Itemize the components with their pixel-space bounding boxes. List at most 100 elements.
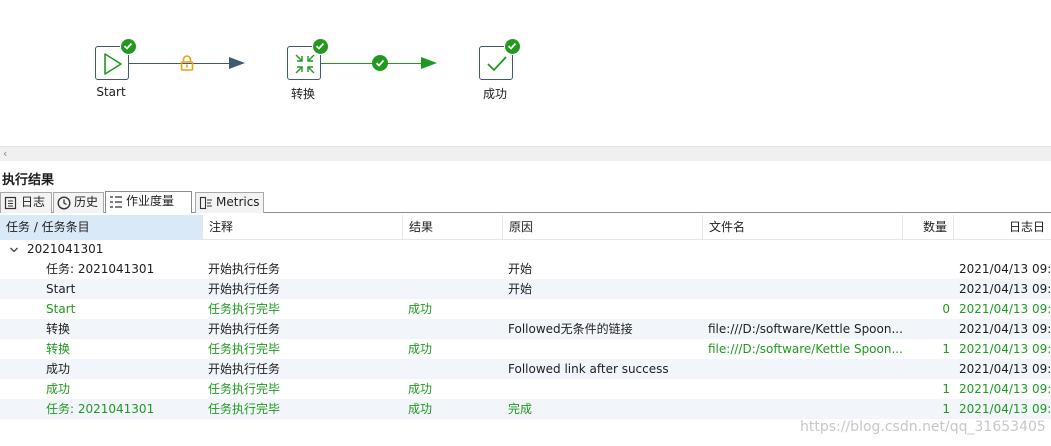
lock-icon[interactable] — [180, 55, 194, 71]
job-metrics-table: 任务 / 任务条目 注释 结果 原因 文件名 数量 日志日 2021041301… — [0, 215, 1051, 446]
column-header-reason[interactable]: 原因 — [503, 215, 703, 240]
success-check-icon — [120, 38, 137, 55]
cell-log-date: 2021/04/13 09:2 — [959, 282, 1051, 296]
table-row[interactable]: 转换 开始执行任务 Followed无条件的链接 file:///D:/softwar… — [0, 319, 1051, 339]
table-row[interactable]: 成功 开始执行任务 Followed link after success 2021/… — [0, 359, 1051, 379]
watermark: https://blog.csdn.net/qq_31653405 — [800, 419, 1046, 435]
cell-note: 开始执行任务 — [208, 262, 281, 276]
cell-log-date: 2021/04/13 09:2 — [959, 362, 1051, 376]
cell-note: 开始执行任务 — [208, 282, 281, 296]
cell-reason: 开始 — [508, 262, 533, 276]
results-tabbar: 日志 历史 作业度量 Metrics — [0, 191, 1051, 213]
cell-task: 成功 — [46, 362, 71, 376]
column-header-filename[interactable]: 文件名 — [703, 215, 903, 240]
tab-history[interactable]: 历史 — [53, 192, 104, 213]
cell-result — [408, 319, 498, 339]
cell-result — [408, 259, 498, 279]
cell-count — [902, 319, 950, 339]
cell-log-date: 2021/04/13 09:2 — [959, 342, 1051, 356]
tab-metrics[interactable]: Metrics — [195, 192, 264, 213]
column-header-count[interactable]: 数量 — [903, 215, 954, 240]
cell-task: 成功 — [46, 382, 71, 396]
table-row[interactable]: 成功 任务执行完毕 成功 1 2021/04/13 09:2 — [0, 379, 1051, 399]
cell-reason: Followed link after success — [508, 362, 669, 376]
metrics-chart-icon — [199, 196, 213, 216]
cell-task: Start — [46, 302, 76, 316]
tab-job-metrics-label: 作业度量 — [126, 194, 175, 208]
column-header-task[interactable]: 任务 / 任务条目 — [0, 215, 203, 240]
node-label-transformation: 转换 — [290, 87, 315, 101]
cell-result: 成功 — [408, 342, 433, 356]
success-check-icon — [312, 38, 329, 55]
cell-log-date: 2021/04/13 09:2 — [959, 402, 1051, 416]
cell-note: 任务执行完毕 — [208, 342, 281, 356]
panel-title: 执行结果 — [2, 173, 55, 188]
cell-result: 成功 — [408, 382, 433, 396]
cell-filename — [708, 379, 904, 399]
cell-reason: 开始 — [508, 282, 533, 296]
hop-arrowhead-icon — [229, 57, 245, 69]
canvas-horizontal-scrollbar[interactable]: ‹ — [0, 146, 1051, 161]
cell-log-date: 2021/04/13 09:2 — [959, 322, 1051, 336]
cell-result — [408, 279, 498, 299]
history-clock-icon — [57, 196, 71, 216]
cell-filename: file:///D:/software/Kettle Spoon... — [708, 322, 903, 336]
cell-reason: Followed无条件的链接 — [508, 322, 633, 336]
node-label-success: 成功 — [482, 87, 507, 101]
job-entry-transformation[interactable] — [287, 38, 329, 80]
cell-count: 1 — [942, 382, 950, 396]
cell-result: 成功 — [408, 302, 433, 316]
tree-root-label: 2021041301 — [27, 242, 104, 256]
cell-filename — [708, 259, 904, 279]
tree-root-row[interactable]: 2021041301 — [0, 240, 1051, 259]
job-entry-success[interactable] — [479, 38, 521, 80]
cell-reason — [508, 299, 698, 319]
cell-task: Start — [46, 282, 76, 296]
cell-log-date: 2021/04/13 09:2 — [959, 382, 1051, 396]
scroll-left-icon[interactable]: ‹ — [3, 147, 7, 160]
cell-count — [902, 279, 950, 299]
cell-filename — [708, 299, 904, 319]
cell-task: 转换 — [46, 342, 71, 356]
cell-note: 开始执行任务 — [208, 362, 281, 376]
tab-log[interactable]: 日志 — [0, 192, 52, 213]
log-icon — [4, 196, 17, 216]
table-row[interactable]: 任务: 2021041301 开始执行任务 开始 2021/04/13 09:2 — [0, 259, 1051, 279]
cell-result — [408, 359, 498, 379]
cell-filename — [708, 399, 904, 419]
cell-filename — [708, 359, 904, 379]
success-check-icon — [504, 38, 521, 55]
table-row[interactable]: 转换 任务执行完毕 成功 file:///D:/software/Kettle Spo… — [0, 339, 1051, 359]
column-header-note[interactable]: 注释 — [203, 215, 403, 240]
cell-count: 1 — [942, 342, 950, 356]
cell-note: 开始执行任务 — [208, 322, 281, 336]
cell-task: 转换 — [46, 322, 71, 336]
cell-task: 任务: 2021041301 — [46, 402, 155, 416]
cell-log-date: 2021/04/13 09:2 — [959, 262, 1051, 276]
tab-log-label: 日志 — [21, 195, 46, 209]
table-row[interactable]: Start 任务执行完毕 成功 0 2021/04/13 09:2 — [0, 299, 1051, 319]
check-circle-icon[interactable] — [372, 55, 388, 71]
cell-count: 1 — [942, 402, 950, 416]
cell-log-date: 2021/04/13 09:2 — [959, 302, 1051, 316]
metrics-list-icon — [109, 195, 123, 215]
node-label-start: Start — [96, 85, 126, 99]
cell-result: 成功 — [408, 402, 433, 416]
column-header-result[interactable]: 结果 — [403, 215, 503, 240]
cell-note: 任务执行完毕 — [208, 382, 281, 396]
cell-filename: file:///D:/software/Kettle Spoon... — [708, 342, 903, 356]
table-header: 任务 / 任务条目 注释 结果 原因 文件名 数量 日志日 — [0, 215, 1051, 240]
job-entry-start[interactable] — [95, 38, 137, 80]
tab-job-metrics[interactable]: 作业度量 — [105, 191, 192, 213]
job-canvas[interactable]: Start 转换 成功 — [0, 0, 1051, 146]
cell-reason — [508, 339, 698, 359]
column-header-log-date[interactable]: 日志日 — [954, 215, 1051, 240]
table-row[interactable]: Start 开始执行任务 开始 2021/04/13 09:2 — [0, 279, 1051, 299]
cell-count — [902, 259, 950, 279]
tab-metrics-label: Metrics — [216, 195, 260, 209]
cell-note: 任务执行完毕 — [208, 302, 281, 316]
hop-arrowhead-icon — [421, 57, 437, 69]
table-row[interactable]: 任务: 2021041301 任务执行完毕 成功 完成 1 2021/04/13 09:2 — [0, 399, 1051, 419]
cell-note: 任务执行完毕 — [208, 402, 281, 416]
cell-reason — [508, 379, 698, 399]
